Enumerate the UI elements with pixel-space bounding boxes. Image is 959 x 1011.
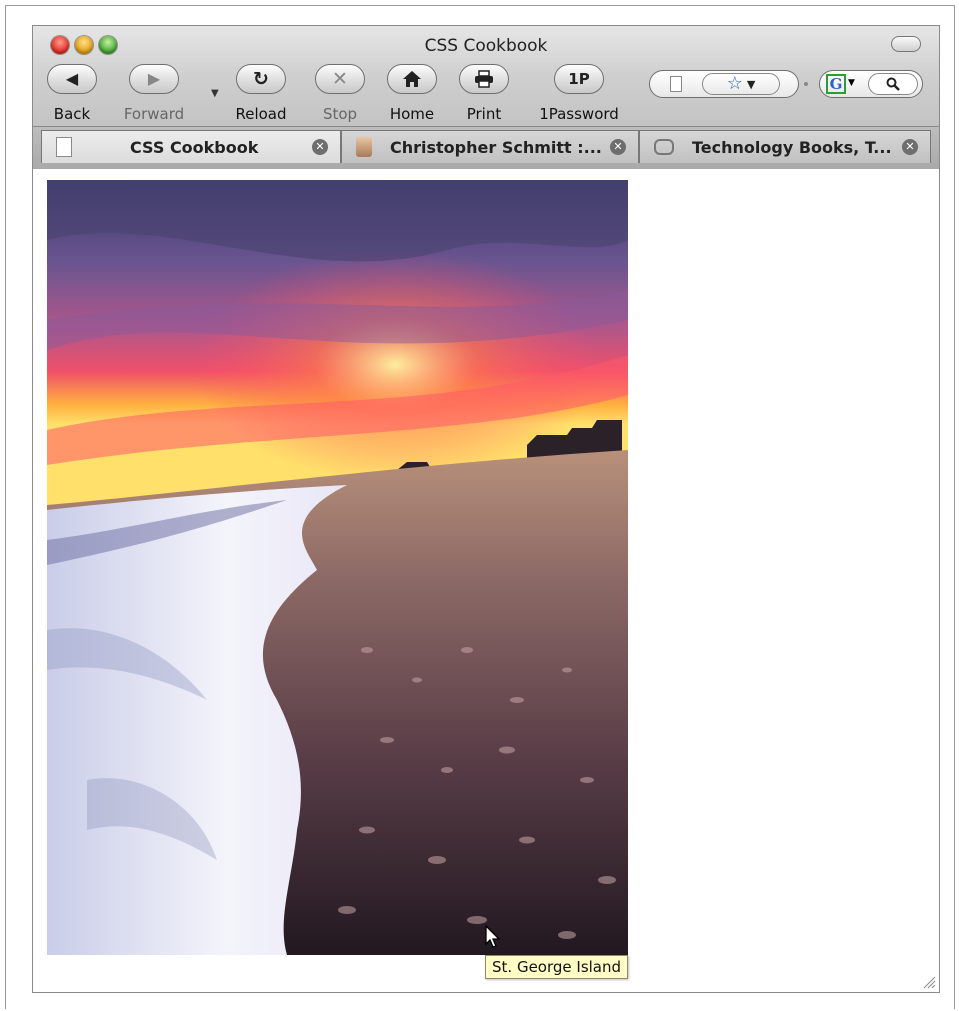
browser-window: CSS Cookbook ◀ Back ▶ Forward ▼ ↻ Reload… xyxy=(32,25,940,993)
search-engine-dropdown-icon[interactable]: ▼ xyxy=(848,78,855,88)
back-label: Back xyxy=(53,105,91,123)
history-dropdown-icon[interactable]: ▼ xyxy=(211,88,219,99)
reload-icon: ↻ xyxy=(253,67,269,90)
search-field[interactable]: G ▼ xyxy=(819,70,923,98)
page-icon xyxy=(670,76,682,92)
toolbar-separator xyxy=(804,82,808,86)
browser-chrome: CSS Cookbook ◀ Back ▶ Forward ▼ ↻ Reload… xyxy=(33,26,939,169)
google-search-engine-icon[interactable]: G xyxy=(826,74,846,94)
back-arrow-icon: ◀ xyxy=(65,69,79,88)
tab-css-cookbook[interactable]: CSS Cookbook ✕ xyxy=(41,130,341,163)
gamepad-icon xyxy=(654,139,674,155)
onepassword-button[interactable]: 1P xyxy=(554,64,604,94)
onepassword-label: 1Password xyxy=(539,105,619,123)
stop-button[interactable]: ✕ xyxy=(315,64,365,94)
forward-arrow-icon: ▶ xyxy=(147,69,161,88)
page-content: St. George Island xyxy=(33,169,939,992)
bookmark-button[interactable]: ☆ ▼ xyxy=(702,73,780,95)
printer-icon xyxy=(475,70,493,88)
onepassword-icon: 1P xyxy=(568,69,590,88)
tab-technology-books[interactable]: Technology Books, T... ✕ xyxy=(639,130,931,163)
reload-label: Reload xyxy=(235,105,287,123)
beach-sunset-photo[interactable] xyxy=(47,180,628,955)
tab-label: CSS Cookbook xyxy=(130,137,259,157)
magnifier-icon xyxy=(886,77,900,91)
toolbar-toggle-button[interactable] xyxy=(891,36,921,52)
photo-artwork xyxy=(47,180,628,955)
tab-bar: CSS Cookbook ✕ Christopher Schmitt :... … xyxy=(33,126,939,169)
resize-grip-icon[interactable] xyxy=(922,975,936,989)
forward-button[interactable]: ▶ xyxy=(129,64,179,94)
close-tab-icon[interactable]: ✕ xyxy=(610,139,626,155)
page-icon xyxy=(56,137,72,157)
window-title: CSS Cookbook xyxy=(424,36,548,56)
home-button[interactable] xyxy=(387,64,437,94)
address-field[interactable]: ☆ ▼ xyxy=(649,70,799,98)
tab-label: Christopher Schmitt :... xyxy=(390,137,602,157)
chevron-down-icon: ▼ xyxy=(746,77,756,91)
search-input[interactable] xyxy=(868,73,918,95)
tab-label: Technology Books, T... xyxy=(692,137,892,157)
tab-christopher-schmitt[interactable]: Christopher Schmitt :... ✕ xyxy=(341,130,639,163)
forward-label: Forward xyxy=(123,105,185,123)
close-tab-icon[interactable]: ✕ xyxy=(312,139,328,155)
favicon-portrait-icon xyxy=(356,137,372,157)
bookmark-star-icon: ☆ xyxy=(726,73,743,94)
print-button[interactable] xyxy=(459,64,509,94)
back-button[interactable]: ◀ xyxy=(47,64,97,94)
stop-icon: ✕ xyxy=(332,67,348,90)
home-icon xyxy=(403,71,421,87)
image-tooltip: St. George Island xyxy=(485,955,629,979)
print-label: Print xyxy=(466,105,502,123)
mouse-pointer-icon xyxy=(485,924,501,948)
reload-button[interactable]: ↻ xyxy=(236,64,286,94)
close-tab-icon[interactable]: ✕ xyxy=(902,139,918,155)
